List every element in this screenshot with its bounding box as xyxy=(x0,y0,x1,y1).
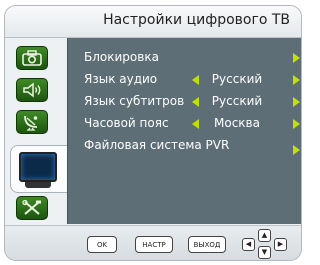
menu-item-label: Язык субтитров xyxy=(84,94,185,108)
menu-item-subtitle-language[interactable]: Язык субтитров Русский xyxy=(84,92,301,112)
speaker-icon xyxy=(23,82,41,98)
tab-sound[interactable] xyxy=(16,78,48,102)
tab-channels[interactable] xyxy=(16,110,48,134)
arrow-right-icon[interactable] xyxy=(293,75,300,85)
satellite-dish-icon xyxy=(24,115,38,131)
menu-item-pvr-file-system[interactable]: Файловая система PVR xyxy=(84,136,301,156)
arrow-left-icon[interactable] xyxy=(192,75,199,85)
menu-item-value: Русский xyxy=(211,72,263,86)
window-title: Настройки цифрового ТВ xyxy=(103,12,290,28)
settings-panel: Блокировка Язык аудио Русский Язык субти… xyxy=(67,38,301,224)
arrow-right-icon[interactable] xyxy=(293,145,300,155)
tv-stand xyxy=(25,182,51,188)
arrow-right-icon[interactable] xyxy=(293,53,300,63)
nav-right-button[interactable]: ▶ xyxy=(274,238,287,251)
camera-icon xyxy=(22,50,42,66)
settings-window: Настройки цифрового ТВ Блокировка Язык а… xyxy=(4,5,302,261)
menu-item-label: Файловая система PVR xyxy=(84,138,230,152)
menu-item-label: Язык аудио xyxy=(84,72,158,86)
exit-button[interactable]: ВЫХОД xyxy=(188,236,226,253)
menu-item-time-zone[interactable]: Часовой пояс Москва xyxy=(84,114,301,134)
arrow-right-icon[interactable] xyxy=(293,97,300,107)
nav-up-button[interactable]: ▲ xyxy=(258,229,271,242)
title-bar: Настройки цифрового ТВ xyxy=(5,6,301,38)
nav-left-button[interactable]: ◀ xyxy=(242,238,255,251)
tab-picture[interactable] xyxy=(16,46,48,70)
menu-item-lock[interactable]: Блокировка xyxy=(84,48,301,68)
arrow-right-icon[interactable] xyxy=(293,119,300,129)
tools-icon xyxy=(22,199,41,215)
arrow-left-icon[interactable] xyxy=(192,97,199,107)
menu-item-value: Москва xyxy=(214,116,260,130)
tv-screen-icon xyxy=(19,152,57,182)
menu-item-label: Часовой пояс xyxy=(84,116,169,130)
setup-button[interactable]: НАСТР xyxy=(135,236,173,253)
nav-down-button[interactable]: ▼ xyxy=(258,246,271,259)
tab-digital-tv[interactable] xyxy=(10,145,68,193)
arrow-down-icon: ▼ xyxy=(261,248,268,256)
menu-item-value: Русский xyxy=(211,94,263,108)
menu-item-label: Блокировка xyxy=(84,50,159,64)
ok-button[interactable]: OK xyxy=(87,236,117,253)
category-sidebar xyxy=(5,38,71,224)
arrow-right-icon: ▶ xyxy=(277,240,284,248)
arrow-left-icon[interactable] xyxy=(192,119,199,129)
arrow-left-icon: ◀ xyxy=(245,240,252,248)
arrow-up-icon: ▲ xyxy=(261,231,268,239)
tab-tools[interactable] xyxy=(16,196,48,220)
menu-item-audio-language[interactable]: Язык аудио Русский xyxy=(84,70,301,90)
remote-hint-bar: OK НАСТР ВЫХОД ◀ ▲ ▼ ▶ xyxy=(5,225,301,260)
